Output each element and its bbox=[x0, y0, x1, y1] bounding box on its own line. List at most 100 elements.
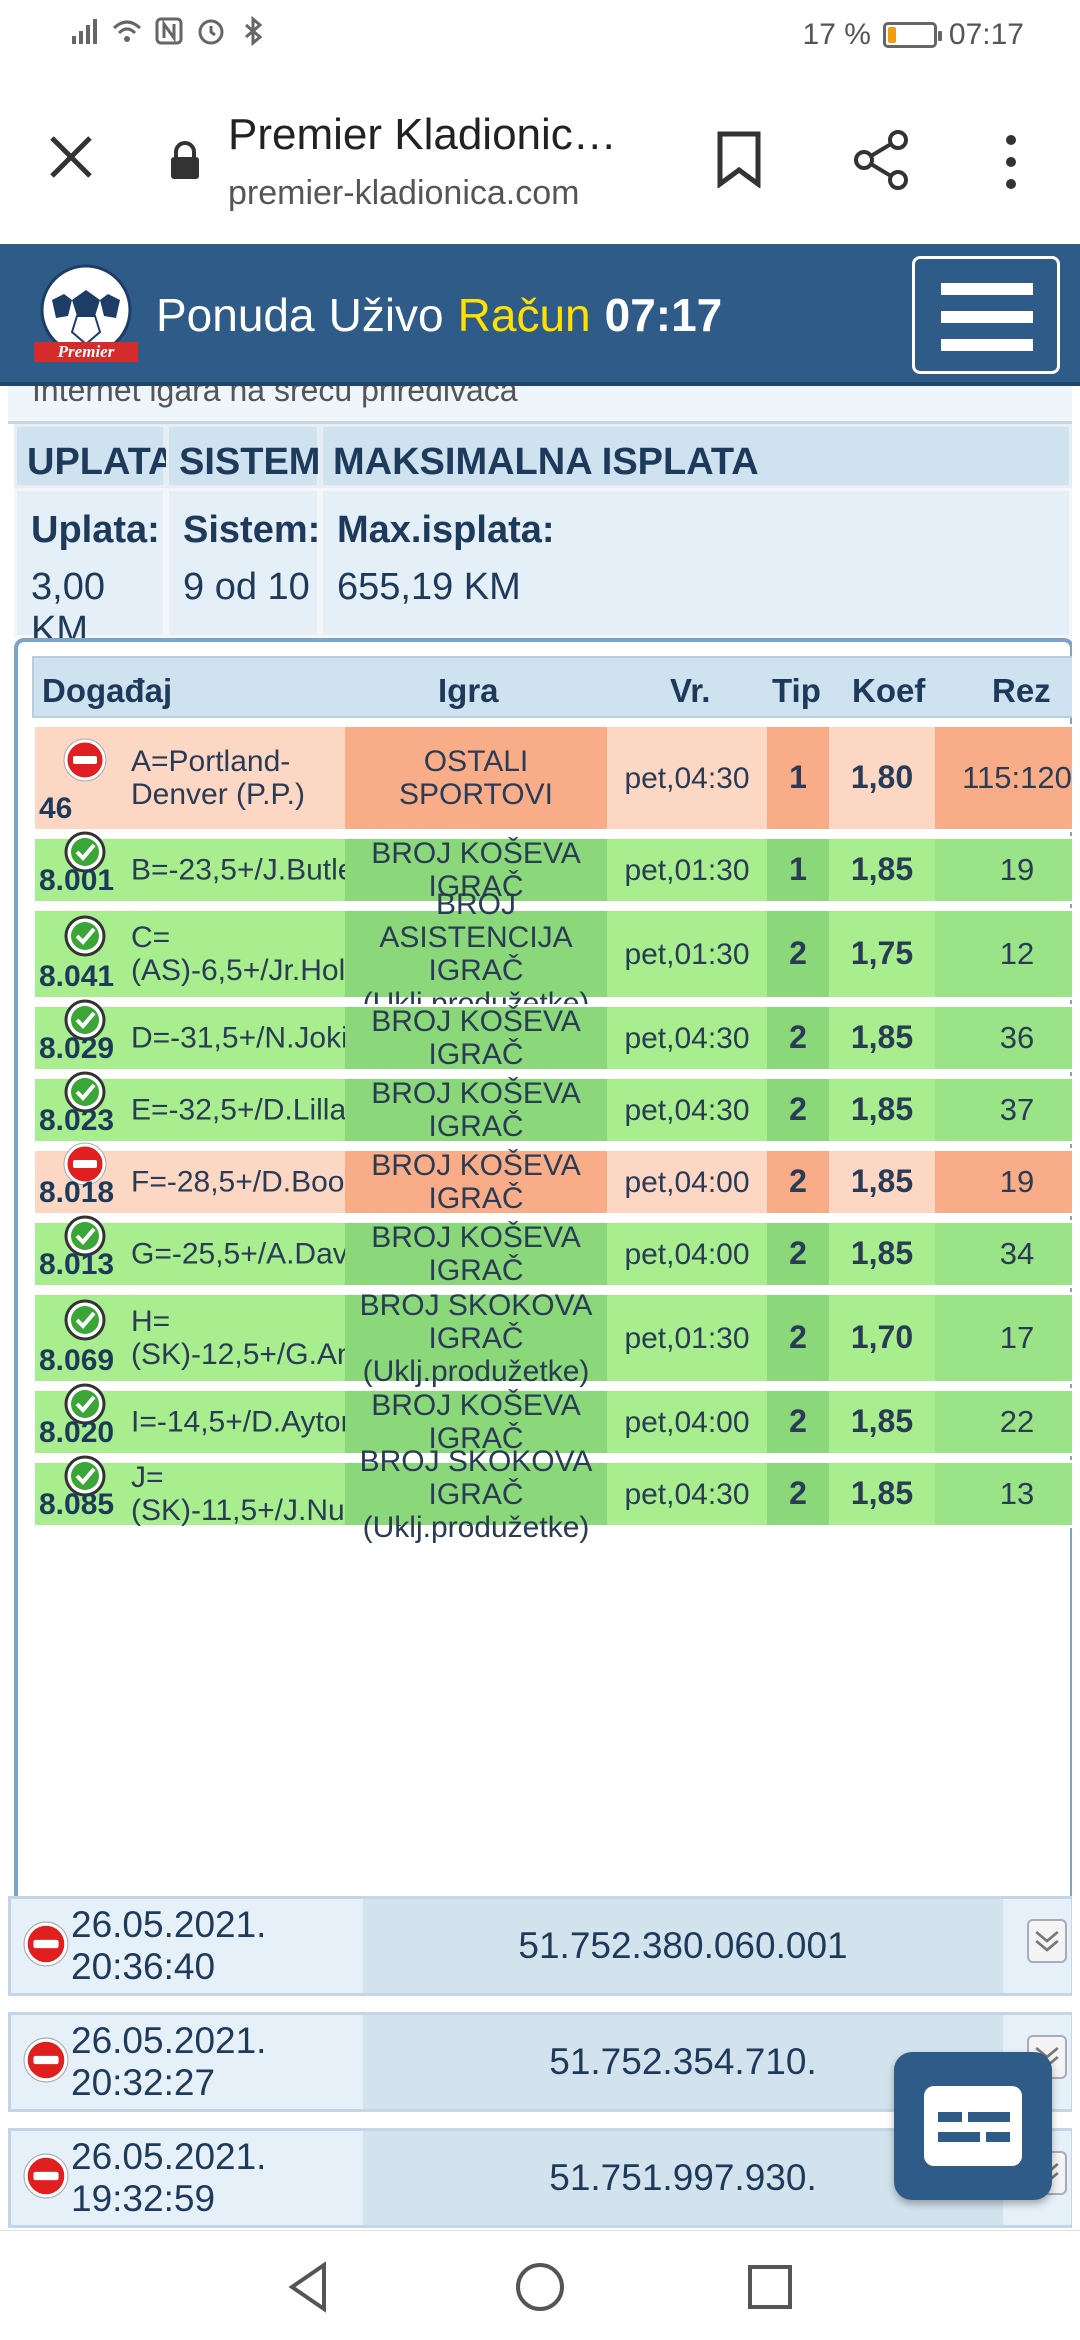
home-icon[interactable] bbox=[510, 2257, 570, 2317]
event-name: J=(SK)-11,5+/J.Nurkić(POR) bbox=[131, 1461, 477, 1527]
ticket-date: 26.05.2021. 20:32:27 bbox=[71, 2020, 267, 2103]
koef-cell: 1,70 bbox=[829, 1295, 935, 1381]
koef-cell: 1,85 bbox=[829, 839, 935, 901]
recents-icon[interactable] bbox=[740, 2257, 800, 2317]
uplata-cell: Uplata: 3,00 KM bbox=[14, 488, 166, 651]
tip-cell: 2 bbox=[767, 1223, 829, 1285]
time-cell: pet,04:30 bbox=[607, 727, 767, 829]
result-cell: 13 bbox=[935, 1463, 1072, 1525]
event-name: E=-32,5+/D.Lillard(POR) bbox=[131, 1093, 458, 1127]
result-cell: 19 bbox=[935, 839, 1072, 901]
share-icon[interactable] bbox=[852, 130, 910, 190]
ticket-list-item[interactable]: 26.05.2021. 20:36:40 51.752.380.060.001 bbox=[8, 1896, 1072, 1996]
koef-cell: 1,85 bbox=[829, 1079, 935, 1141]
no-entry-icon bbox=[63, 738, 107, 782]
page-url[interactable]: premier-kladionica.com bbox=[228, 174, 579, 213]
result-cell: 34 bbox=[935, 1223, 1072, 1285]
page-title[interactable]: Premier Kladionic… bbox=[228, 110, 617, 160]
game-cell: BROJ SKOKOVA IGRAČ (Uklj.produžetke) bbox=[345, 1445, 607, 1544]
premier-logo[interactable]: Premier bbox=[30, 260, 140, 370]
expand-chevron-icon[interactable] bbox=[1027, 1919, 1067, 1963]
tip-cell: 1 bbox=[767, 727, 829, 829]
event-cell: 8.018 F=-28,5+/D.Booker(PHO) bbox=[35, 1142, 471, 1213]
event-name: B=-23,5+/J.Butler(MIA) bbox=[131, 853, 438, 887]
result-cell: 22 bbox=[935, 1391, 1072, 1453]
event-code: 8.069 bbox=[39, 1344, 115, 1377]
event-row: 8.029 D=-31,5+/N.Jokić(DEN) BROJ KOŠEVA IG… bbox=[32, 999, 1072, 1072]
koef-cell: 1,85 bbox=[829, 1223, 935, 1285]
time-cell: pet,04:00 bbox=[607, 1391, 767, 1453]
alarm-icon bbox=[198, 19, 224, 45]
lost-ticket-icon bbox=[23, 2037, 69, 2083]
game-cell: BROJ ASISTENCIJA IGRAČ (Uklj.produžetke) bbox=[345, 888, 607, 1020]
subtitles-fab-button[interactable] bbox=[894, 2052, 1052, 2200]
col-rez: Rez bbox=[992, 672, 1051, 709]
event-code: 8.018 bbox=[39, 1176, 115, 1209]
time-cell: pet,04:30 bbox=[607, 1007, 767, 1069]
header-clock: 07:17 bbox=[604, 289, 723, 341]
time-cell: pet,04:00 bbox=[607, 1223, 767, 1285]
back-icon[interactable] bbox=[280, 2257, 340, 2317]
ticket-number: 51.752.380.060.001 bbox=[363, 1899, 1003, 1993]
result-cell: 12 bbox=[935, 911, 1072, 997]
nav-racun[interactable]: Račun bbox=[458, 288, 591, 342]
uplata-label: Uplata: bbox=[31, 509, 160, 551]
subtitles-icon bbox=[924, 2086, 1022, 2166]
nav-ponuda[interactable]: Ponuda bbox=[156, 288, 315, 342]
col-dogadaj: Događaj bbox=[42, 672, 173, 709]
bookmark-icon[interactable] bbox=[716, 130, 762, 188]
hamburger-menu-button[interactable] bbox=[912, 256, 1060, 374]
event-code: 8.020 bbox=[39, 1416, 115, 1449]
max-isplata-value: 655,19 KM bbox=[337, 566, 521, 608]
more-options-icon[interactable] bbox=[996, 132, 1026, 192]
event-code: 8.029 bbox=[39, 1032, 115, 1065]
max-isplata-label: Max.isplata: bbox=[337, 509, 555, 551]
tip-cell: 2 bbox=[767, 1391, 829, 1453]
event-code: 8.085 bbox=[39, 1488, 115, 1521]
lock-icon bbox=[171, 141, 199, 179]
game-cell: OSTALI SPORTOVI bbox=[345, 727, 607, 829]
status-right: 17 % 07:17 bbox=[803, 18, 1024, 52]
sistem-label: Sistem: bbox=[183, 509, 321, 551]
koef-cell: 1,85 bbox=[829, 1463, 935, 1525]
event-code: 8.041 bbox=[39, 960, 115, 993]
time-cell: pet,01:30 bbox=[607, 911, 767, 997]
event-code: 8.001 bbox=[39, 864, 115, 897]
tip-cell: 2 bbox=[767, 1151, 829, 1213]
cut-off-info-row: Internet igara na sreću priređivača bbox=[8, 386, 1072, 424]
event-name: G=-25,5+/A.Davis(LAL) bbox=[131, 1237, 443, 1271]
lost-ticket-icon bbox=[23, 2153, 69, 2199]
system-nav-bar bbox=[0, 2230, 1080, 2340]
event-row: 8.023 E=-32,5+/D.Lillard(POR) BROJ KOŠEVA … bbox=[32, 1071, 1072, 1144]
event-cell: 8.041 C=(AS)-6,5+/Jr.Holiday(MIL) bbox=[35, 911, 470, 997]
tip-cell: 2 bbox=[767, 1007, 829, 1069]
tip-cell: 2 bbox=[767, 911, 829, 997]
events-panel: Događaj Igra Vr. Tip Koef Rez 46 A=Portla… bbox=[14, 638, 1072, 1910]
close-icon[interactable] bbox=[46, 132, 96, 182]
col-tip: Tip bbox=[772, 672, 821, 709]
time-cell: pet,04:30 bbox=[607, 1463, 767, 1525]
max-isplata-cell: Max.isplata: 655,19 KM bbox=[320, 488, 1072, 638]
game-cell: BROJ SKOKOVA IGRAČ (Uklj.produžetke) bbox=[345, 1289, 607, 1388]
event-row: 8.085 J=(SK)-11,5+/J.Nurkić(POR) BROJ SKOK… bbox=[32, 1445, 1072, 1544]
bluetooth-icon bbox=[245, 16, 263, 46]
col-igra: Igra bbox=[438, 672, 499, 709]
event-cell: 46 A=Portland-Denver (P.P.) bbox=[35, 727, 345, 829]
tip-cell: 2 bbox=[767, 1079, 829, 1141]
ticket-summary: UPLATA SISTEM MAKSIMALNA ISPLATA Uplata:… bbox=[14, 424, 1072, 651]
ticket-date: 26.05.2021. 20:36:40 bbox=[71, 1904, 267, 1987]
col-koef: Koef bbox=[852, 672, 926, 709]
ticket-details: Internet igara na sreću priređivača UPLA… bbox=[8, 386, 1072, 2230]
game-cell: BROJ KOŠEVA IGRAČ bbox=[345, 1149, 607, 1215]
event-cell: 8.001 B=-23,5+/J.Butler(MIA) bbox=[35, 831, 438, 901]
ticket-date: 26.05.2021. 19:32:59 bbox=[71, 2136, 267, 2219]
nfc-icon bbox=[155, 17, 183, 45]
event-name: H=(SK)-12,5+/G.Antetokounmpo(MIL) bbox=[131, 1305, 597, 1371]
event-cell: 8.023 E=-32,5+/D.Lillard(POR) bbox=[35, 1071, 458, 1141]
tip-cell: 2 bbox=[767, 1295, 829, 1381]
nav-uzivo[interactable]: Uživo bbox=[329, 288, 444, 342]
battery-icon bbox=[882, 22, 942, 48]
time-cell: pet,01:30 bbox=[607, 839, 767, 901]
event-code: 8.023 bbox=[39, 1104, 115, 1137]
event-row: 8.013 G=-25,5+/A.Davis(LAL) BROJ KOŠEVA IG… bbox=[32, 1215, 1072, 1288]
